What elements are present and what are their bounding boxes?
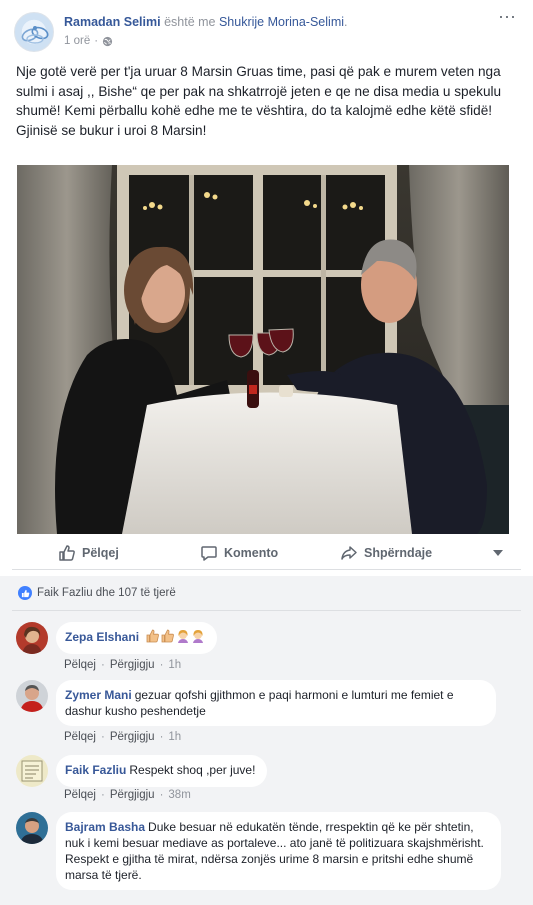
comment-bubble: Zymer Mani gezuar qofshi gjithmon e paqi … [56,680,496,726]
comment-bubble: Faik Fazliu Respekt shoq ,per juve! [56,755,268,787]
like-label: Pëlqej [82,546,119,560]
comment-reply-link[interactable]: Përgjigju [110,731,155,743]
comment-meta: Pëlqej · Përgjigju · 1h [64,659,181,671]
thumbs-up-icon [59,545,75,561]
comment-icon [201,546,217,561]
globe-icon [102,36,113,47]
meta-dot: · [100,789,105,801]
post-text-paragraph: Gjinisë se bukur i uroi 8 Marsin! [16,122,207,138]
chevron-down-icon[interactable] [493,550,503,556]
avatar[interactable] [16,812,48,844]
comment-time[interactable]: 1h [168,731,181,743]
commenter-name[interactable]: Bajram Basha [65,820,145,834]
emoji-sequence [145,629,205,644]
meta-dot: · [159,659,164,671]
thumbs-up-emoji-icon [146,629,160,643]
share-arrow-icon [341,546,357,560]
author-avatar[interactable] [14,12,54,52]
post-header: Ramadan Selimi është me Shukrije Morina-… [14,7,519,52]
comment-meta: Pëlqej · Përgjigju · 1h [64,731,181,743]
commenter-name[interactable]: Zymer Mani [65,688,132,702]
commenter-name[interactable]: Zepa Elshani [65,630,139,644]
header-period: . [344,15,348,29]
share-label: Shpërndaje [364,546,433,560]
like-reaction-icon [18,586,32,600]
with-text: është me [164,15,216,29]
post-time[interactable]: 1 orë [64,35,90,47]
comment-meta: Pëlqej · Përgjigju · 38m [64,789,191,801]
avatar[interactable] [16,755,48,787]
comment-like-link[interactable]: Pëlqej [64,659,96,671]
meta-dot: · [159,731,164,743]
comment-like-link[interactable]: Pëlqej [64,789,96,801]
post-header-line: Ramadan Selimi është me Shukrije Morina-… [64,15,348,29]
comment-bubble: Zepa Elshani [56,622,218,654]
comment-time[interactable]: 38m [168,789,190,801]
comment-text: Respekt shoq ,per juve! [129,763,256,777]
woman-emoji-icon [178,630,189,643]
thumbs-up-emoji-icon [161,629,175,643]
tagged-name[interactable]: Shukrije Morina-Selimi [219,15,344,29]
comment-like-link[interactable]: Pëlqej [64,731,96,743]
meta-dot: · [100,659,105,671]
avatar[interactable] [16,680,48,712]
comment-button[interactable]: Komento [200,544,278,562]
comment-reply-link[interactable]: Përgjigju [110,789,155,801]
share-button[interactable]: Shpërndaje [340,544,432,562]
meta-dot: · [100,731,105,743]
avatar[interactable] [16,622,48,654]
post-actions-bar: Pëlqej Komento Shpërndaje [12,538,521,570]
like-button[interactable]: Pëlqej [58,544,119,562]
meta-dot: · [159,789,164,801]
comment-label: Komento [224,546,279,560]
comment-bubble: Bajram Basha Duke besuar në edukatën tënd… [56,812,501,890]
divider [12,610,521,611]
comment-text: Respekt e gjitha të mirat, ndërsa zonjës… [65,852,474,882]
commenter-name[interactable]: Faik Fazliu [65,763,126,777]
author-name[interactable]: Ramadan Selimi [64,15,161,29]
post-text: Nje gotë verë per t'ja uruar 8 Marsin Gr… [16,62,516,140]
post-meta: 1 orë · [64,35,113,47]
post-options-button[interactable]: ··· [497,7,517,26]
comment-time[interactable]: 1h [168,659,181,671]
reactions-summary[interactable]: Faik Fazliu dhe 107 të tjerë [18,586,176,600]
woman-emoji-icon [193,630,204,643]
comments-area: Faik Fazliu dhe 107 të tjerë Zepa Elshan… [0,576,533,905]
comment-reply-link[interactable]: Përgjigju [110,659,155,671]
post-text-paragraph: Nje gotë verë per t'ja uruar 8 Marsin Gr… [16,64,502,118]
post-card: Ramadan Selimi është me Shukrije Morina-… [0,0,533,905]
post-photo[interactable] [17,165,509,534]
reactions-text: Faik Fazliu dhe 107 të tjerë [37,587,176,599]
meta-dot: · [94,35,99,47]
